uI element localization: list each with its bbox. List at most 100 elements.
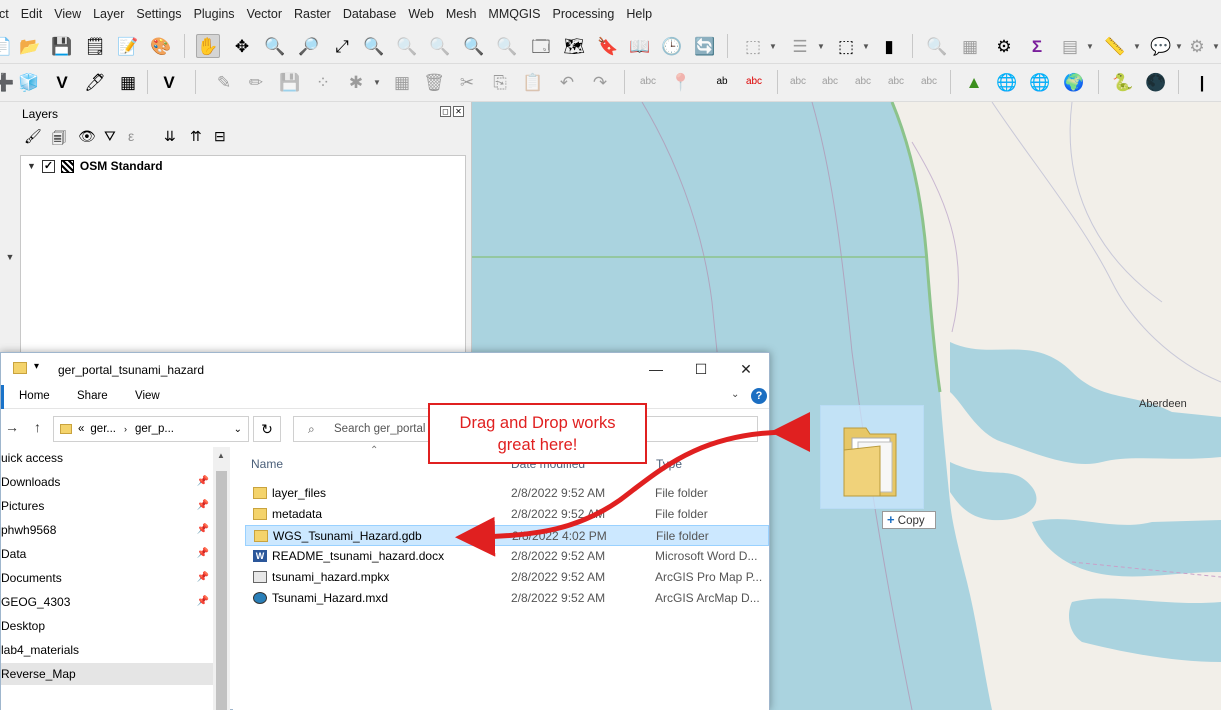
- refresh-button[interactable]: ↻: [253, 416, 281, 442]
- deselect-features-icon[interactable]: ⬚: [834, 34, 858, 58]
- select-by-value-icon[interactable]: ☰: [788, 34, 812, 58]
- address-segment-1[interactable]: ger...: [90, 423, 116, 435]
- nav-item-phwh9568[interactable]: phwh9568 📌: [1, 519, 213, 541]
- openlayers-icon[interactable]: 🌑: [1144, 70, 1168, 94]
- measure-line-icon[interactable]: 📏: [1103, 34, 1127, 58]
- file-row-readme-docx[interactable]: W README_tsunami_hazard.docx 2/8/2022 9:…: [245, 546, 769, 567]
- modify-attributes-icon[interactable]: ▦: [390, 70, 414, 94]
- menu-edit[interactable]: Edit: [21, 7, 43, 21]
- vertex-tool-icon[interactable]: V: [157, 70, 181, 94]
- new-temporary-layer-icon[interactable]: ▦: [116, 70, 140, 94]
- copy-features-icon[interactable]: ⎘: [488, 70, 512, 94]
- file-row-wgs-tsunami-hazard-gdb[interactable]: WGS_Tsunami_Hazard.gdb 2/8/2022 4:02 PM …: [245, 525, 769, 546]
- scroll-up-icon[interactable]: ▲: [217, 451, 225, 460]
- paste-features-icon[interactable]: 📋: [521, 70, 545, 94]
- statistical-summary-icon[interactable]: Σ: [1025, 34, 1049, 58]
- show-hide-labels-icon[interactable]: abc: [742, 70, 766, 94]
- add-group-icon[interactable]: 🗐: [52, 128, 66, 152]
- current-edits-icon[interactable]: ✎: [212, 70, 236, 94]
- label-properties-icon[interactable]: abc: [884, 70, 908, 94]
- change-label-icon[interactable]: abc: [851, 70, 875, 94]
- nav-item-reverse-map[interactable]: Reverse_Map: [1, 663, 213, 685]
- close-button[interactable]: ✕: [731, 359, 761, 379]
- move-label-icon[interactable]: abc: [786, 70, 810, 94]
- zoom-native-icon[interactable]: 🔍: [428, 34, 452, 58]
- wms-globe-icon[interactable]: 🌐: [995, 70, 1019, 94]
- select-features-icon[interactable]: ⬚: [741, 34, 765, 58]
- tab-view[interactable]: View: [135, 390, 160, 402]
- expand-ribbon-icon[interactable]: ⌄: [731, 389, 739, 400]
- address-segment-2[interactable]: ger_p...: [135, 423, 174, 435]
- menu-view[interactable]: View: [54, 7, 81, 21]
- zoom-last-icon[interactable]: 🔍: [462, 34, 486, 58]
- show-bookmarks-icon[interactable]: 📖: [628, 34, 652, 58]
- address-bar[interactable]: « ger... › ger_p... ⌄: [53, 416, 249, 442]
- highlight-pinned-labels-icon[interactable]: ab: [710, 70, 734, 94]
- zoom-to-selection-icon[interactable]: 🔍: [362, 34, 386, 58]
- nav-item-downloads[interactable]: Downloads 📌: [1, 471, 213, 493]
- pan-to-selection-icon[interactable]: ✥: [230, 34, 254, 58]
- scrollbar-thumb[interactable]: [216, 471, 227, 710]
- new-map-view-icon[interactable]: 🗔: [529, 34, 553, 58]
- zoom-in-icon[interactable]: 🔍: [263, 34, 287, 58]
- quickmapservices-icon[interactable]: 🌍: [1062, 70, 1086, 94]
- label-config-icon[interactable]: abc: [917, 70, 941, 94]
- add-layer-icon[interactable]: ➕: [0, 70, 16, 94]
- menu-mmqgis[interactable]: MMQGIS: [488, 7, 540, 21]
- refresh-icon[interactable]: 🔄: [693, 34, 717, 58]
- pin-labels-icon[interactable]: 📍: [669, 70, 693, 94]
- tab-home[interactable]: Home: [1, 385, 50, 409]
- expand-arrow-icon[interactable]: ▼: [27, 161, 36, 171]
- label-toolbar-icon[interactable]: abc: [636, 70, 660, 94]
- column-header-name[interactable]: Name: [251, 457, 283, 471]
- style-manager-icon[interactable]: 🎨: [149, 34, 173, 58]
- address-overflow[interactable]: «: [78, 423, 84, 435]
- menu-database[interactable]: Database: [343, 7, 397, 21]
- filter-legend-icon[interactable]: ⛛: [104, 128, 116, 145]
- pan-map-icon[interactable]: ✋: [196, 34, 220, 58]
- back-arrow-icon[interactable]: →: [5, 419, 19, 435]
- layout-manager-icon[interactable]: 📝: [116, 34, 140, 58]
- maximize-button[interactable]: ☐: [686, 359, 716, 379]
- python-console-icon[interactable]: 🐍: [1111, 70, 1135, 94]
- file-row-mxd[interactable]: Tsunami_Hazard.mxd 2/8/2022 9:52 AM ArcG…: [245, 588, 769, 609]
- close-panel-icon[interactable]: ✕: [453, 106, 464, 117]
- float-panel-icon[interactable]: ◻: [440, 106, 451, 117]
- help-icon[interactable]: ?: [751, 388, 767, 404]
- add-delimited-text-icon[interactable]: V: [50, 70, 74, 94]
- file-row-mpkx[interactable]: tsunami_hazard.mpkx 2/8/2022 9:52 AM Arc…: [245, 567, 769, 588]
- menu-layer[interactable]: Layer: [93, 7, 124, 21]
- nav-item-data[interactable]: Data 📌: [1, 543, 213, 565]
- cut-features-icon[interactable]: ✂: [455, 70, 479, 94]
- georeferencer-icon[interactable]: ▲: [962, 70, 986, 94]
- nav-item-desktop[interactable]: Desktop: [1, 615, 213, 637]
- more-tools-icon[interactable]: |: [1190, 70, 1214, 94]
- menu-project[interactable]: ect: [0, 7, 9, 21]
- add-point-feature-icon[interactable]: ⁘: [311, 70, 335, 94]
- new-bookmark-icon[interactable]: 🔖: [596, 34, 620, 58]
- quick-access-dropdown-icon[interactable]: ▾: [34, 361, 39, 372]
- scroll-down-icon[interactable]: ▼: [0, 252, 20, 262]
- manage-visibility-icon[interactable]: 👁: [78, 128, 96, 145]
- nav-item-pictures[interactable]: Pictures 📌: [1, 495, 213, 517]
- open-attribute-table-icon[interactable]: ▦: [958, 34, 982, 58]
- save-project-icon[interactable]: 💾: [50, 34, 74, 58]
- temporal-controller-icon[interactable]: 🕒: [660, 34, 684, 58]
- map-tips-icon[interactable]: 💬: [1149, 34, 1173, 58]
- menu-plugins[interactable]: Plugins: [194, 7, 235, 21]
- undo-icon[interactable]: ↶: [555, 70, 579, 94]
- expand-all-icon[interactable]: ⇊: [164, 128, 176, 145]
- new-print-layout-icon[interactable]: 🗒: [83, 34, 107, 58]
- settings-gear-icon[interactable]: ⚙: [1185, 34, 1209, 58]
- collapse-all-icon[interactable]: ⇈: [190, 128, 202, 145]
- nav-item-quick-access[interactable]: uick access: [1, 447, 213, 469]
- zoom-full-icon[interactable]: ⤢: [330, 34, 354, 58]
- zoom-out-icon[interactable]: 🔎: [297, 34, 321, 58]
- identify-features-icon[interactable]: 🔍: [925, 34, 949, 58]
- add-vector-layer-icon[interactable]: 🧊: [17, 70, 41, 94]
- menu-vector[interactable]: Vector: [247, 7, 282, 21]
- new-project-icon[interactable]: 📄: [0, 34, 14, 58]
- menu-web[interactable]: Web: [408, 7, 433, 21]
- attribute-table-icon[interactable]: ▤: [1058, 34, 1082, 58]
- digitize-shape-icon[interactable]: ✱: [344, 70, 368, 94]
